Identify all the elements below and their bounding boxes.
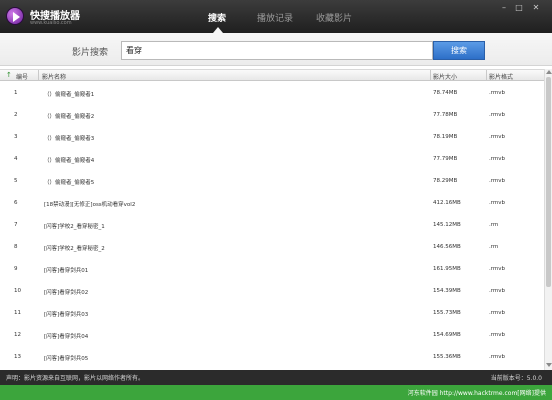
row-index: 10 [14, 288, 21, 294]
row-movie-format: .rm [489, 222, 499, 228]
row-movie-format: .rmvb [489, 266, 506, 272]
row-index: 13 [14, 354, 21, 360]
row-movie-format: .rmvb [489, 134, 506, 140]
row-movie-size: 78.74MB [433, 90, 458, 96]
row-movie-size: 155.36MB [433, 354, 461, 360]
row-index: 3 [14, 134, 18, 140]
search-button[interactable]: 搜索 [433, 41, 485, 60]
tab-play-history[interactable]: 播放记录 [257, 11, 293, 24]
table-row[interactable]: 13 [闪客]看穿剑兵05 155.36MB .rmvb [0, 346, 544, 368]
row-movie-format: .rmvb [489, 354, 506, 360]
table-row[interactable]: 9 [闪客]看穿剑兵01 161.95MB .rmvb [0, 258, 544, 280]
row-movie-name: [18禁动漫][无修正]oss机动看穿vol2 [44, 202, 136, 208]
table-row[interactable]: 8 [闪客]学校2_看穿秘密_2 146.56MB .rm [0, 236, 544, 258]
sort-indicator-icon[interactable]: ↑ [6, 72, 12, 79]
row-index: 12 [14, 332, 21, 338]
row-movie-size: 412.16MB [433, 200, 461, 206]
row-movie-size: 77.78MB [433, 112, 458, 118]
banner-text: 河东软件园 http://www.hacktrme.com[网络]提供 [407, 390, 546, 397]
row-index: 6 [14, 200, 18, 206]
row-movie-name: [闪客]看穿剑兵04 [44, 334, 89, 340]
disclaimer-text: 声明：影片资源来自互联网，影片以网络作者所有。 [6, 375, 145, 382]
column-divider[interactable] [430, 70, 431, 81]
app-subtitle: www.kuaiso.com [30, 20, 72, 26]
table-row[interactable]: 4 （）偷窥者_偷窥者4 77.79MB .rmvb [0, 148, 544, 170]
row-index: 9 [14, 266, 18, 272]
minimize-button[interactable]: – [498, 3, 510, 13]
version-text: 当前版本号：5.0.0 [490, 375, 542, 382]
status-bar: 声明：影片资源来自互联网，影片以网络作者所有。 当前版本号：5.0.0 [0, 370, 552, 385]
row-index: 7 [14, 222, 18, 228]
row-movie-name: （）偷窥者_偷窥者3 [44, 136, 95, 142]
row-movie-format: .rmvb [489, 288, 506, 294]
column-header-name[interactable]: 影片名称 [42, 72, 66, 81]
table-row[interactable]: 7 [闪客]学校2_看穿秘密_1 145.12MB .rm [0, 214, 544, 236]
row-index: 5 [14, 178, 18, 184]
row-movie-format: .rmvb [489, 178, 506, 184]
close-button[interactable]: ✕ [530, 3, 542, 13]
row-index: 1 [14, 90, 18, 96]
vertical-scrollbar[interactable] [544, 69, 552, 370]
search-label: 影片搜索 [72, 48, 109, 58]
row-movie-size: 146.56MB [433, 244, 461, 250]
table-row[interactable]: 5 （）偷窥者_偷窥者5 78.29MB .rmvb [0, 170, 544, 192]
row-movie-name: （）偷窥者_偷窥者4 [44, 158, 95, 164]
row-movie-format: .rmvb [489, 310, 506, 316]
column-divider[interactable] [486, 70, 487, 81]
row-movie-name: [闪客]看穿剑兵03 [44, 312, 89, 318]
row-movie-name: （）偷窥者_偷窥者2 [44, 114, 95, 120]
row-movie-format: .rmvb [489, 332, 506, 338]
title-bar: 快搜播放器 www.kuaiso.com 搜索 播放记录 收藏影片 – □ ✕ [0, 0, 552, 33]
table-row[interactable]: 3 （）偷窥者_偷窥者3 78.19MB .rmvb [0, 126, 544, 148]
row-movie-name: [闪客]看穿剑兵02 [44, 290, 89, 296]
tab-favorites[interactable]: 收藏影片 [316, 11, 352, 24]
row-movie-name: （）偷窥者_偷窥者5 [44, 180, 95, 186]
row-movie-format: .rmvb [489, 90, 506, 96]
table-row[interactable]: 11 [闪客]看穿剑兵03 155.73MB .rmvb [0, 302, 544, 324]
column-header-format[interactable]: 影片格式 [489, 72, 513, 81]
scroll-up-arrow-icon[interactable] [546, 70, 552, 74]
table-row[interactable]: 1 （）偷窥者_偷窥者1 78.74MB .rmvb [0, 82, 544, 104]
source-banner: 河东软件园 http://www.hacktrme.com[网络]提供 [0, 385, 552, 400]
row-movie-name: [闪客]学校2_看穿秘密_1 [44, 224, 105, 230]
row-movie-size: 154.39MB [433, 288, 461, 294]
scrollbar-thumb[interactable] [546, 77, 551, 287]
row-movie-name: [闪客]学校2_看穿秘密_2 [44, 246, 105, 252]
row-movie-size: 78.19MB [433, 134, 458, 140]
row-movie-name: [闪客]看穿剑兵05 [44, 356, 89, 362]
row-index: 2 [14, 112, 18, 118]
column-divider[interactable] [38, 70, 39, 81]
row-movie-size: 145.12MB [433, 222, 461, 228]
row-movie-format: .rmvb [489, 112, 506, 118]
scroll-down-arrow-icon[interactable] [546, 363, 552, 367]
row-movie-size: 155.73MB [433, 310, 461, 316]
row-movie-size: 77.79MB [433, 156, 458, 162]
table-row[interactable]: 10 [闪客]看穿剑兵02 154.39MB .rmvb [0, 280, 544, 302]
row-movie-format: .rmvb [489, 156, 506, 162]
search-input[interactable] [121, 41, 433, 60]
row-movie-name: （）偷窥者_偷窥者1 [44, 92, 95, 98]
row-movie-size: 154.69MB [433, 332, 461, 338]
tab-search[interactable]: 搜索 [208, 11, 226, 24]
results-table-header: ↑ 编号 影片名称 影片大小 影片格式 [0, 69, 544, 81]
row-movie-format: .rmvb [489, 200, 506, 206]
results-list: 1 （）偷窥者_偷窥者1 78.74MB .rmvb 2 （）偷窥者_偷窥者2 77.78M… [0, 82, 544, 370]
table-row[interactable]: 12 [闪客]看穿剑兵04 154.69MB .rmvb [0, 324, 544, 346]
row-movie-name: [闪客]看穿剑兵01 [44, 268, 89, 274]
row-movie-size: 78.29MB [433, 178, 458, 184]
maximize-button[interactable]: □ [513, 3, 525, 13]
search-panel: 影片搜索 搜索 [0, 33, 552, 66]
row-index: 4 [14, 156, 18, 162]
row-movie-size: 161.95MB [433, 266, 461, 272]
table-row[interactable]: 2 （）偷窥者_偷窥者2 77.78MB .rmvb [0, 104, 544, 126]
row-movie-format: .rm [489, 244, 499, 250]
row-index: 11 [14, 310, 21, 316]
row-index: 8 [14, 244, 18, 250]
play-logo-icon [6, 7, 24, 25]
column-header-index[interactable]: 编号 [16, 72, 28, 81]
column-header-size[interactable]: 影片大小 [433, 72, 457, 81]
table-row[interactable]: 6 [18禁动漫][无修正]oss机动看穿vol2 412.16MB .rmvb [0, 192, 544, 214]
